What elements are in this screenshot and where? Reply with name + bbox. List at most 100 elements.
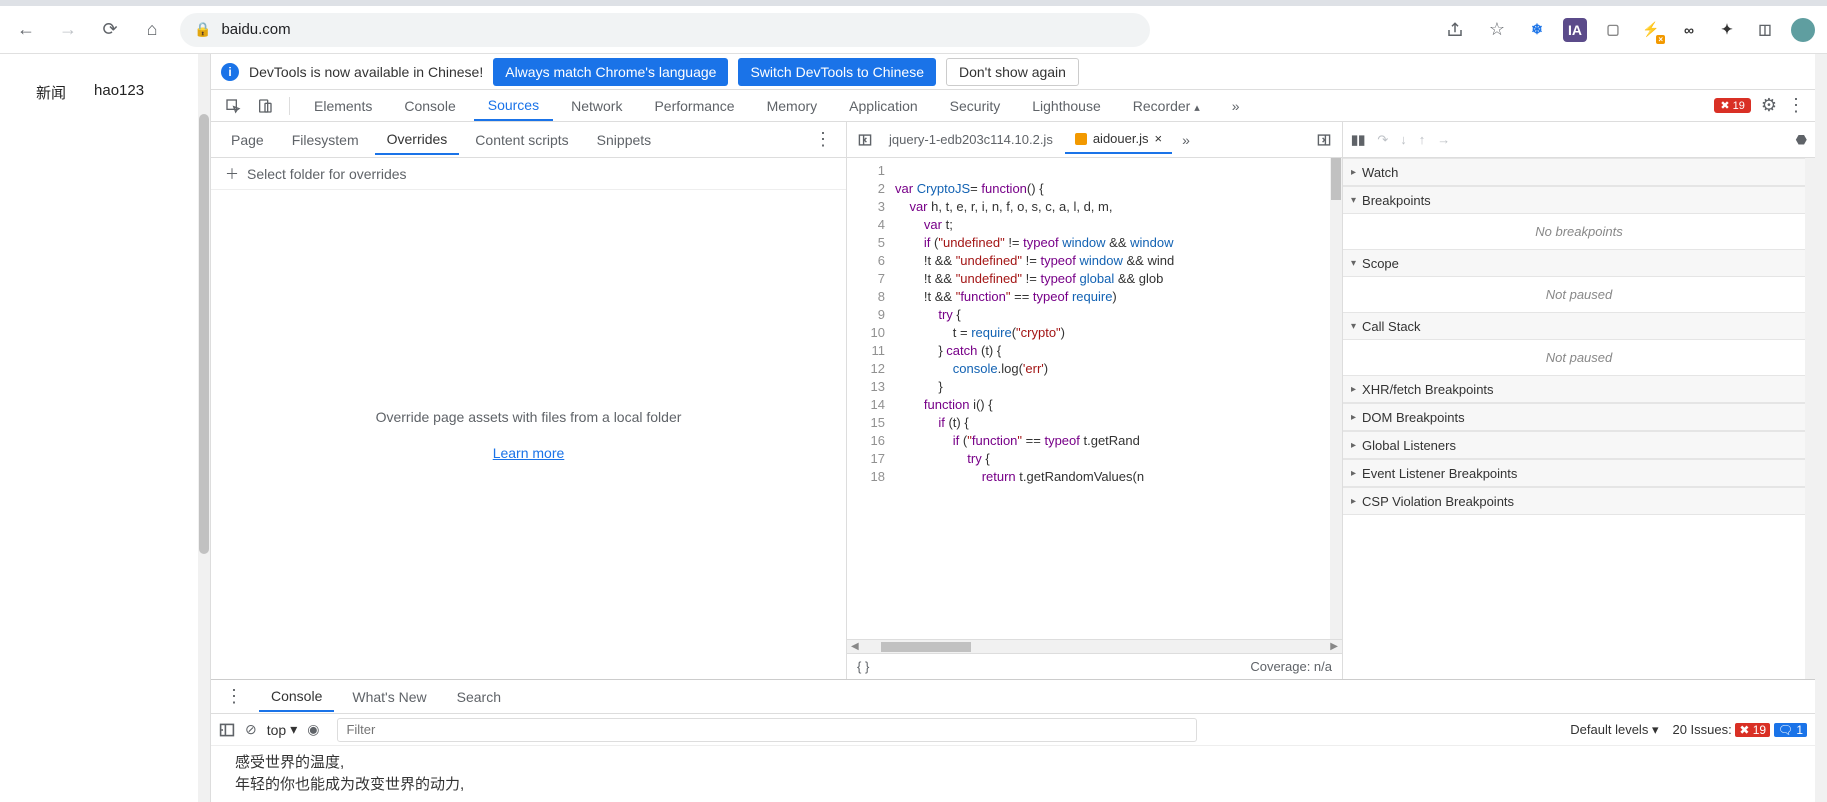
tab-elements[interactable]: Elements [300, 92, 386, 120]
nav-tab-page[interactable]: Page [219, 126, 276, 154]
tab-performance[interactable]: Performance [640, 92, 748, 120]
dom-breakpoints-section[interactable]: DOM Breakpoints [1343, 403, 1815, 431]
extensions-puzzle-icon[interactable]: ✦ [1715, 18, 1739, 42]
tab-lighthouse[interactable]: Lighthouse [1018, 92, 1115, 120]
drawer-tab-whats-new[interactable]: What's New [340, 683, 438, 711]
clear-console-icon[interactable]: ⊘ [245, 721, 257, 738]
nav-link-news[interactable]: 新闻 [36, 82, 66, 802]
extension-icon-link[interactable]: ∞ [1677, 18, 1701, 42]
reload-button[interactable]: ⟳ [96, 16, 124, 44]
scope-body: Not paused [1343, 277, 1815, 312]
extension-icon-power[interactable]: ⚡× [1639, 18, 1663, 42]
url-text: baidu.com [221, 21, 290, 38]
console-toolbar: ⊘ top ▾ ◉ Default levels ▾ 20 Issues: ✖ … [211, 714, 1815, 746]
line-gutter: 123456789101112131415161718 [847, 158, 895, 639]
editor-tab-aidouer[interactable]: aidouer.js × [1065, 125, 1172, 154]
extension-icon-shield[interactable]: ▢ [1601, 18, 1625, 42]
select-folder-button[interactable]: ＋ Select folder for overrides [211, 158, 846, 190]
toggle-navigator-icon[interactable] [853, 128, 877, 152]
editor-tab-jquery[interactable]: jquery-1-edb203c114.10.2.js [879, 126, 1063, 153]
forward-button[interactable]: → [54, 16, 82, 44]
debugger-scrollbar[interactable] [1805, 158, 1815, 679]
drawer-menu-icon[interactable]: ⋮ [219, 686, 249, 707]
learn-more-link[interactable]: Learn more [493, 445, 565, 461]
address-bar[interactable]: 🔒 baidu.com [180, 13, 1150, 47]
callstack-section[interactable]: Call Stack [1343, 312, 1815, 340]
coverage-label: Coverage: n/a [1250, 659, 1332, 674]
nav-tab-filesystem[interactable]: Filesystem [280, 126, 371, 154]
step-out-icon[interactable]: ↑ [1419, 132, 1426, 147]
window-scrollbar[interactable] [1815, 54, 1827, 802]
tab-security[interactable]: Security [936, 92, 1015, 120]
tabs-overflow-icon[interactable]: » [1218, 92, 1254, 120]
editor-tabs: jquery-1-edb203c114.10.2.js aidouer.js ×… [847, 122, 1342, 158]
csp-breakpoints-section[interactable]: CSP Violation Breakpoints [1343, 487, 1815, 515]
bookmark-star-icon[interactable]: ☆ [1483, 16, 1511, 44]
infobar-message: DevTools is now available in Chinese! [249, 64, 483, 80]
xhr-breakpoints-section[interactable]: XHR/fetch Breakpoints [1343, 375, 1815, 403]
tab-console[interactable]: Console [390, 92, 469, 120]
context-selector[interactable]: top ▾ [267, 721, 298, 738]
console-sidebar-toggle-icon[interactable] [219, 722, 235, 738]
nav-tab-overrides[interactable]: Overrides [375, 125, 460, 155]
page-scrollbar-thumb[interactable] [199, 114, 209, 554]
dont-show-again-button[interactable]: Don't show again [946, 58, 1079, 86]
home-button[interactable]: ⌂ [138, 16, 166, 44]
editor-scrollbar-v[interactable] [1330, 158, 1342, 639]
nav-tab-snippets[interactable]: Snippets [585, 126, 663, 154]
editor-scrollbar-h[interactable]: ◀ ▶ [847, 639, 1342, 653]
callstack-body: Not paused [1343, 340, 1815, 375]
tab-memory[interactable]: Memory [753, 92, 832, 120]
close-tab-icon[interactable]: × [1154, 131, 1162, 146]
event-listener-breakpoints-section[interactable]: Event Listener Breakpoints [1343, 459, 1815, 487]
extension-icon-1[interactable]: ❄ [1525, 18, 1549, 42]
issues-summary[interactable]: 20 Issues: ✖ 19 🗨 1 [1672, 722, 1807, 737]
editor-tabs-overflow-icon[interactable]: » [1174, 128, 1198, 152]
drawer-tabs: ⋮ Console What's New Search [211, 680, 1815, 714]
js-file-icon [1075, 133, 1087, 145]
live-expression-icon[interactable]: ◉ [307, 721, 319, 738]
toggle-debugger-icon[interactable] [1312, 128, 1336, 152]
watch-section[interactable]: Watch [1343, 158, 1815, 186]
share-icon[interactable] [1441, 16, 1469, 44]
tab-application[interactable]: Application [835, 92, 932, 120]
step-over-icon[interactable]: ↷ [1377, 132, 1388, 148]
console-filter-input[interactable] [337, 718, 1197, 742]
back-button[interactable]: ← [12, 16, 40, 44]
drawer-tab-console[interactable]: Console [259, 682, 334, 712]
nav-tab-content-scripts[interactable]: Content scripts [463, 126, 580, 154]
tab-network[interactable]: Network [557, 92, 636, 120]
pause-icon[interactable]: ▮▮ [1351, 132, 1365, 148]
page-scrollbar[interactable] [198, 54, 210, 802]
tab-sources[interactable]: Sources [474, 91, 553, 121]
navigator-more-icon[interactable]: ⋮ [808, 129, 838, 150]
extension-icon-ia[interactable]: IA [1563, 18, 1587, 42]
code-editor[interactable]: 123456789101112131415161718 var CryptoJS… [847, 158, 1342, 639]
more-menu-icon[interactable]: ⋮ [1787, 95, 1805, 116]
overrides-empty-state: Override page assets with files from a l… [211, 190, 846, 679]
switch-to-chinese-button[interactable]: Switch DevTools to Chinese [738, 58, 936, 86]
pretty-print-icon[interactable]: { } [857, 659, 869, 674]
browser-toolbar: ← → ⟳ ⌂ 🔒 baidu.com ☆ ❄ IA ▢ ⚡× ∞ ✦ ◫ [0, 6, 1827, 54]
settings-gear-icon[interactable]: ⚙ [1761, 95, 1777, 116]
inspect-element-icon[interactable] [219, 92, 247, 120]
step-icon[interactable]: → [1437, 132, 1450, 147]
devtools-panel: i DevTools is now available in Chinese! … [210, 54, 1815, 802]
nav-link-hao123[interactable]: hao123 [94, 82, 144, 802]
scope-section[interactable]: Scope [1343, 249, 1815, 277]
profile-avatar[interactable] [1791, 18, 1815, 42]
code-lines: var CryptoJS= function() { var h, t, e, … [895, 158, 1330, 639]
device-toggle-icon[interactable] [251, 92, 279, 120]
deactivate-breakpoints-icon[interactable]: ⬣ [1796, 132, 1807, 148]
breakpoints-section[interactable]: Breakpoints [1343, 186, 1815, 214]
empty-state-message: Override page assets with files from a l… [376, 409, 682, 425]
error-count-badge[interactable]: ✖ 19 [1714, 98, 1750, 113]
global-listeners-section[interactable]: Global Listeners [1343, 431, 1815, 459]
drawer-tab-search[interactable]: Search [445, 683, 513, 711]
side-panel-icon[interactable]: ◫ [1753, 18, 1777, 42]
log-levels-selector[interactable]: Default levels ▾ [1570, 722, 1658, 738]
tab-recorder[interactable]: Recorder ▴ [1119, 92, 1214, 120]
step-into-icon[interactable]: ↓ [1400, 132, 1407, 147]
page-nav-links: 新闻 hao123 [0, 54, 198, 802]
always-match-language-button[interactable]: Always match Chrome's language [493, 58, 728, 86]
